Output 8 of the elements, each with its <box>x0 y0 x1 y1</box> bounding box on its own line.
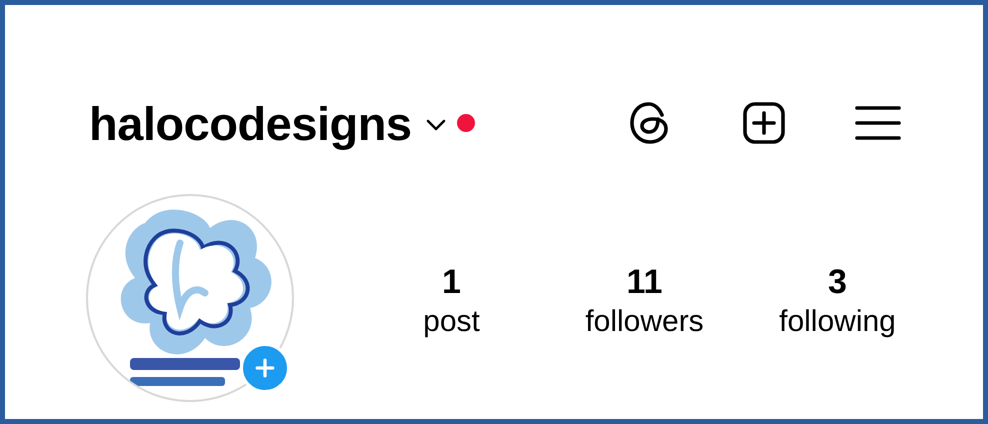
stat-count[interactable]: 3 <box>828 262 847 302</box>
chevron-down-icon[interactable] <box>426 119 446 131</box>
stat-label[interactable]: post <box>423 302 480 342</box>
stat-count[interactable]: 11 <box>626 262 662 302</box>
stat-label[interactable]: followers <box>585 302 704 342</box>
stat-count[interactable]: 1 <box>442 262 461 302</box>
stat-label[interactable]: following <box>779 302 896 342</box>
plus-icon <box>254 357 276 379</box>
